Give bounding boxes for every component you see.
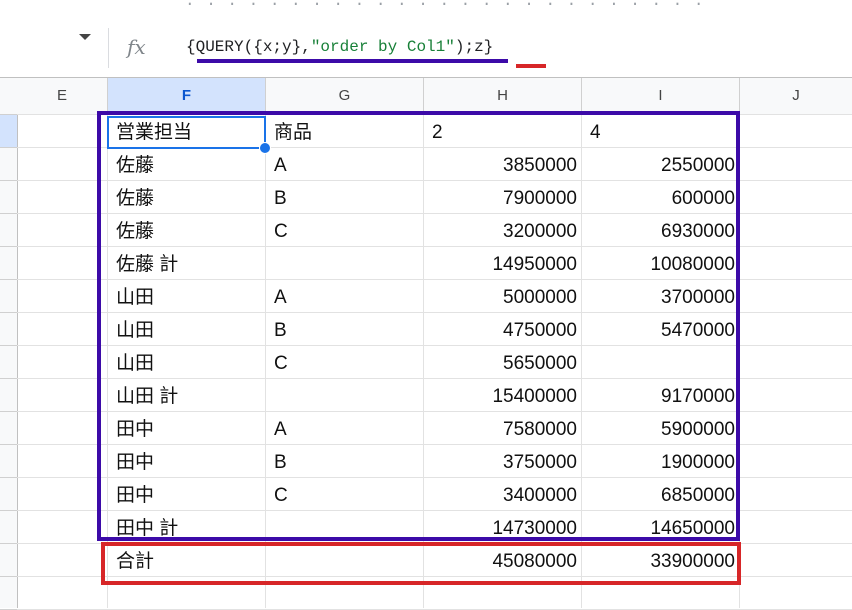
name-box-dropdown-icon[interactable] xyxy=(79,34,91,40)
row-header-line xyxy=(0,246,17,247)
column-header-g[interactable]: G xyxy=(266,78,424,114)
row-header-line xyxy=(0,510,17,511)
row-header-line xyxy=(0,411,17,412)
formula-part-string: "order by Col1" xyxy=(310,38,455,56)
row-header-line xyxy=(0,147,17,148)
column-header-h[interactable]: H xyxy=(424,78,582,114)
row-header-line xyxy=(0,576,17,577)
column-header-j[interactable]: J xyxy=(740,78,852,114)
row-header-strip[interactable] xyxy=(0,114,18,608)
row-header-line xyxy=(0,312,17,313)
row-header-line xyxy=(0,378,17,379)
row-header-line xyxy=(0,213,17,214)
row-header-line xyxy=(0,477,17,478)
column-header-row: E F G H I J xyxy=(0,77,852,115)
column-header-e[interactable]: E xyxy=(17,78,108,114)
row-header-line xyxy=(0,444,17,445)
column-header-i[interactable]: I xyxy=(582,78,740,114)
red-highlight-box xyxy=(101,542,741,585)
fx-icon: fx xyxy=(127,35,146,59)
row-header-line xyxy=(0,345,17,346)
row-header-selected xyxy=(0,114,17,148)
formula-part-close: );z} xyxy=(454,38,494,56)
formula-part-open: {QUERY({x;y}, xyxy=(186,38,311,56)
row-header-line xyxy=(0,543,17,544)
formula-overflow-line: · · · · · · · · · · · · · · · · · · · · … xyxy=(185,0,705,13)
formula-bar-divider xyxy=(108,28,109,68)
purple-highlight-box xyxy=(97,111,740,541)
row-header-line xyxy=(0,114,17,115)
underline-z-annotation xyxy=(516,64,546,68)
column-header-f[interactable]: F xyxy=(108,78,266,114)
formula-input[interactable]: {QUERY({x;y},"order by Col1");z} xyxy=(186,38,493,56)
row-header-line xyxy=(0,180,17,181)
row-header-line xyxy=(0,279,17,280)
underline-query-annotation xyxy=(197,59,508,63)
